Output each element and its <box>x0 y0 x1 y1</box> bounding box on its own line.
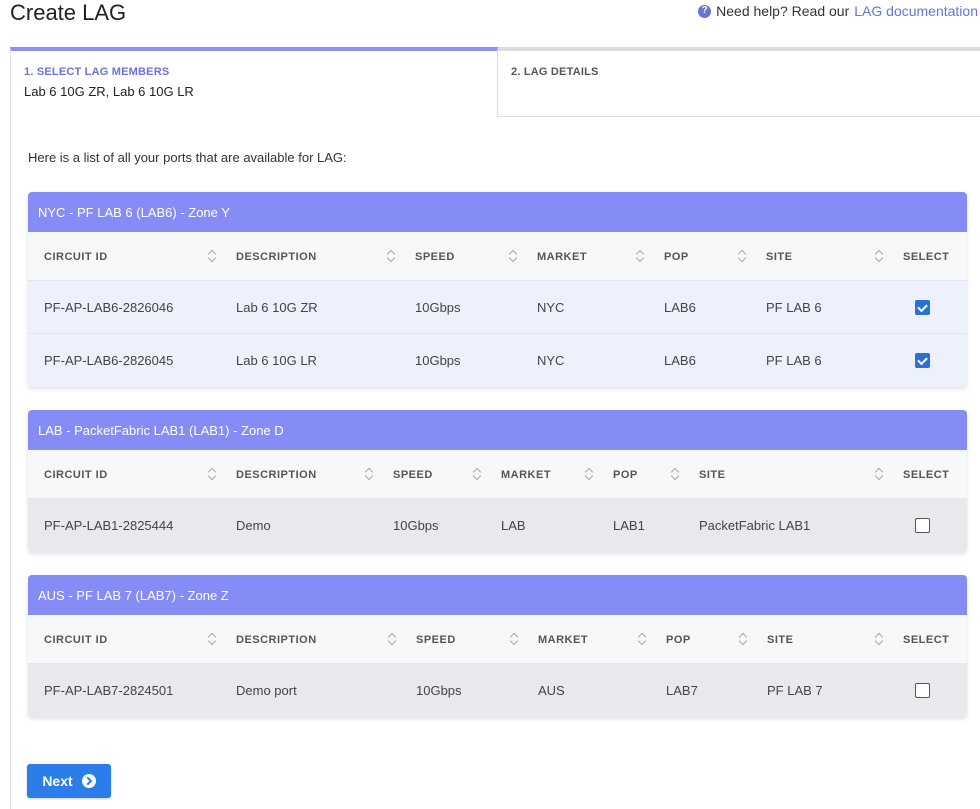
table-row[interactable]: PF-AP-LAB6-2826046 Lab 6 10G ZR 10Gbps N… <box>28 281 967 334</box>
sort-icon[interactable] <box>738 249 746 263</box>
sort-icon[interactable] <box>208 467 216 481</box>
column-select: SELECT <box>903 250 950 263</box>
column-select: SELECT <box>903 633 950 646</box>
intro-text: Here is a list of all your ports that ar… <box>28 150 347 165</box>
cell-circuit-id: PF-AP-LAB6-2826045 <box>44 353 174 368</box>
select-checkbox[interactable] <box>915 353 930 368</box>
column-circuit-id[interactable]: CIRCUIT ID <box>44 232 108 281</box>
column-description[interactable]: DESCRIPTION <box>236 232 317 281</box>
sort-icon[interactable] <box>510 632 518 646</box>
column-speed[interactable]: SPEED <box>416 615 456 664</box>
table-header: CIRCUIT ID DESCRIPTION SPEED MARKET POP … <box>28 450 967 499</box>
sort-icon[interactable] <box>636 249 644 263</box>
cell-market: NYC <box>537 300 565 315</box>
sort-icon[interactable] <box>638 632 646 646</box>
sort-icon[interactable] <box>509 249 517 263</box>
sort-icon[interactable] <box>388 632 396 646</box>
column-circuit-id[interactable]: CIRCUIT ID <box>44 450 108 499</box>
help-text: ? Need help? Read our LAG documentation <box>698 3 978 19</box>
group-header: NYC - PF LAB 6 (LAB6) - Zone Y <box>28 192 967 232</box>
cell-site: PacketFabric LAB1 <box>699 518 811 533</box>
column-market[interactable]: MARKET <box>501 450 551 499</box>
step-lag-details[interactable]: 2. LAG DETAILS <box>498 47 980 117</box>
cell-pop: LAB7 <box>666 683 698 698</box>
cell-site: PF LAB 6 <box>766 300 822 315</box>
port-group-nyc: NYC - PF LAB 6 (LAB6) - Zone Y CIRCUIT I… <box>28 192 967 387</box>
column-market[interactable]: MARKET <box>537 232 587 281</box>
sort-icon[interactable] <box>208 632 216 646</box>
column-pop[interactable]: POP <box>666 615 691 664</box>
question-circle-icon: ? <box>698 4 712 18</box>
cell-speed: 10Gbps <box>415 353 461 368</box>
step-label: 1. SELECT LAG MEMBERS <box>24 66 170 78</box>
step-label: 2. LAG DETAILS <box>511 66 599 78</box>
table-row[interactable]: PF-AP-LAB6-2826045 Lab 6 10G LR 10Gbps N… <box>28 334 967 387</box>
arrow-right-circle-icon <box>81 774 96 788</box>
column-site[interactable]: SITE <box>767 615 793 664</box>
cell-pop: LAB6 <box>664 353 696 368</box>
cell-speed: 10Gbps <box>415 300 461 315</box>
column-site[interactable]: SITE <box>699 450 725 499</box>
select-checkbox[interactable] <box>915 300 930 315</box>
column-speed[interactable]: SPEED <box>393 450 433 499</box>
cell-speed: 10Gbps <box>416 683 462 698</box>
cell-site: PF LAB 7 <box>767 683 823 698</box>
sort-icon[interactable] <box>671 467 679 481</box>
select-checkbox[interactable] <box>915 518 930 533</box>
cell-description: Lab 6 10G ZR <box>236 300 318 315</box>
column-description[interactable]: DESCRIPTION <box>236 615 317 664</box>
wizard-steps: 1. SELECT LAG MEMBERS Lab 6 10G ZR, Lab … <box>10 47 980 117</box>
table-row[interactable]: PF-AP-LAB1-2825444 Demo 10Gbps LAB LAB1 … <box>28 499 967 552</box>
cell-circuit-id: PF-AP-LAB7-2824501 <box>44 683 174 698</box>
cell-description: Lab 6 10G LR <box>236 353 317 368</box>
cell-market: NYC <box>537 353 565 368</box>
column-speed[interactable]: SPEED <box>415 232 455 281</box>
next-button[interactable]: Next <box>27 764 111 798</box>
column-market[interactable]: MARKET <box>538 615 588 664</box>
cell-speed: 10Gbps <box>393 518 439 533</box>
step-select-lag-members[interactable]: 1. SELECT LAG MEMBERS Lab 6 10G ZR, Lab … <box>10 47 498 117</box>
cell-circuit-id: PF-AP-LAB6-2826046 <box>44 300 174 315</box>
table-row[interactable]: PF-AP-LAB7-2824501 Demo port 10Gbps AUS … <box>28 664 967 717</box>
column-circuit-id[interactable]: CIRCUIT ID <box>44 615 108 664</box>
cell-site: PF LAB 6 <box>766 353 822 368</box>
cell-pop: LAB1 <box>613 518 645 533</box>
table-header: CIRCUIT ID DESCRIPTION SPEED MARKET POP … <box>28 232 967 281</box>
group-header: LAB - PacketFabric LAB1 (LAB1) - Zone D <box>28 410 967 450</box>
sort-icon[interactable] <box>585 467 593 481</box>
cell-pop: LAB6 <box>664 300 696 315</box>
step-content: Here is a list of all your ports that ar… <box>10 116 980 809</box>
cell-description: Demo port <box>236 683 297 698</box>
sort-icon[interactable] <box>875 467 883 481</box>
column-select: SELECT <box>903 468 950 481</box>
help-label: Need help? Read our <box>716 3 850 19</box>
group-header: AUS - PF LAB 7 (LAB7) - Zone Z <box>28 575 967 615</box>
lag-documentation-link[interactable]: LAG documentation <box>854 3 978 19</box>
cell-market: LAB <box>501 518 526 533</box>
cell-description: Demo <box>236 518 271 533</box>
step-value: Lab 6 10G ZR, Lab 6 10G LR <box>24 84 194 99</box>
column-pop[interactable]: POP <box>613 450 638 499</box>
column-site[interactable]: SITE <box>766 232 792 281</box>
port-group-lab: LAB - PacketFabric LAB1 (LAB1) - Zone D … <box>28 410 967 552</box>
sort-icon[interactable] <box>739 632 747 646</box>
sort-icon[interactable] <box>387 249 395 263</box>
page-title: Create LAG <box>10 0 127 25</box>
sort-icon[interactable] <box>365 467 373 481</box>
table-header: CIRCUIT ID DESCRIPTION SPEED MARKET POP … <box>28 615 967 664</box>
cell-circuit-id: PF-AP-LAB1-2825444 <box>44 518 174 533</box>
sort-icon[interactable] <box>473 467 481 481</box>
sort-icon[interactable] <box>208 249 216 263</box>
select-checkbox[interactable] <box>915 683 930 698</box>
port-group-aus: AUS - PF LAB 7 (LAB7) - Zone Z CIRCUIT I… <box>28 575 967 717</box>
sort-icon[interactable] <box>875 249 883 263</box>
column-pop[interactable]: POP <box>664 232 689 281</box>
next-label: Next <box>42 773 73 789</box>
cell-market: AUS <box>538 683 565 698</box>
sort-icon[interactable] <box>875 632 883 646</box>
column-description[interactable]: DESCRIPTION <box>236 450 317 499</box>
